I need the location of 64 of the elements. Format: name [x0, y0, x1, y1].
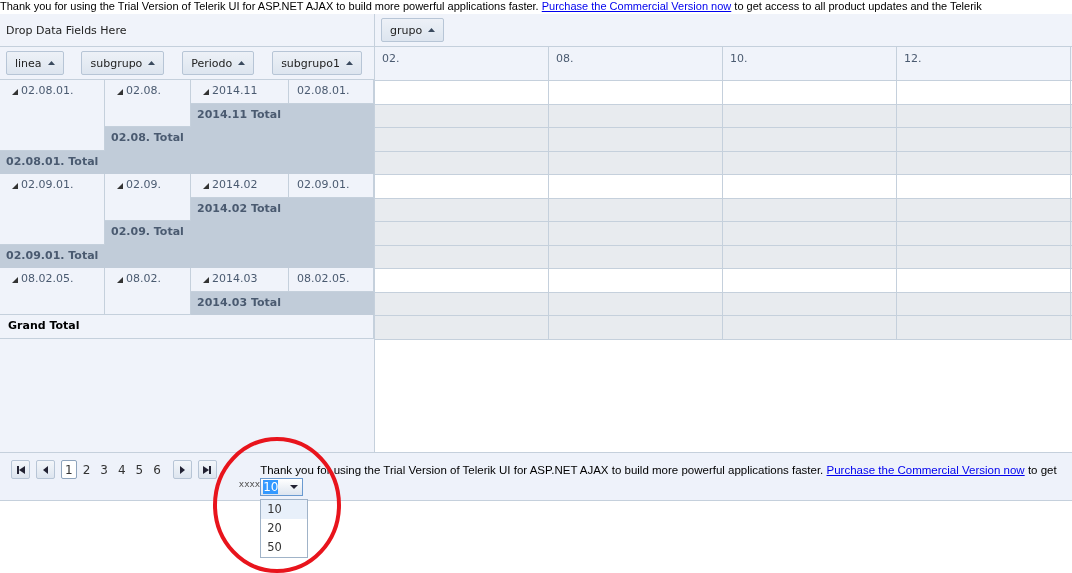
sort-up-icon [428, 28, 436, 32]
expand-triangle-icon[interactable] [203, 89, 209, 95]
row-header-label: 02.08.01. [21, 84, 74, 97]
expand-triangle-icon[interactable] [203, 183, 209, 189]
total-cell: 2014.03 Total [191, 291, 374, 315]
row-header-label: 08.02.05. [21, 272, 74, 285]
expand-triangle-icon[interactable] [12, 183, 18, 189]
row-field-button[interactable]: subgrupo1 [272, 51, 362, 75]
column-field-button[interactable]: grupo [381, 18, 445, 42]
row-header-label: 02.09. [126, 178, 161, 191]
total-cell: 02.09.01. Total [0, 244, 374, 268]
drop-zone-label: Drop Data Fields Here [6, 23, 127, 37]
first-page-icon [16, 465, 25, 474]
page-number-button[interactable]: 6 [149, 460, 165, 479]
total-cell: 2014.02 Total [191, 197, 374, 221]
purchase-link[interactable]: Purchase the Commercial Version now [541, 0, 732, 12]
row-header-label: 02.08. [126, 84, 161, 97]
page-size-label: xxxx [238, 479, 261, 491]
first-page-button[interactable] [11, 460, 30, 479]
row-field-button[interactable]: Periodo [182, 51, 255, 75]
total-cell: 2014.11 Total [191, 103, 374, 127]
purchase-link[interactable]: Purchase the Commercial Version now [826, 464, 1025, 476]
total-cell: 02.08.01. Total [0, 150, 374, 174]
page-number-button[interactable]: 1 [61, 460, 77, 479]
next-page-button[interactable] [172, 460, 192, 479]
column-header-cell: 12. [897, 47, 1071, 80]
trial-message: Thank you for using the Trial Version of Telerik UI for ASP.NET AJAX to build more powerful applications faster. Purchase the Commercial Version now to get access to all product updates and the Telerik [0, 0, 983, 14]
previous-page-icon [43, 465, 48, 474]
page-number-button[interactable]: 3 [96, 460, 112, 479]
grand-total-cell: Grand Total [0, 315, 374, 339]
dropdown-option[interactable]: 10 [261, 500, 308, 519]
expand-triangle-icon[interactable] [203, 277, 209, 283]
column-header-cell: 02. [375, 47, 549, 80]
row-header-label: 02.09.01. [21, 178, 74, 191]
next-page-icon [179, 465, 185, 474]
page-number-button[interactable]: 5 [131, 460, 148, 479]
last-page-button[interactable] [197, 460, 217, 479]
expand-triangle-icon[interactable] [117, 277, 123, 283]
previous-page-button[interactable] [36, 460, 55, 479]
row-header-label: 2014.02 [212, 178, 258, 191]
row-header-label: 08.02. [126, 272, 161, 285]
sort-up-icon [238, 61, 246, 65]
last-page-icon [203, 465, 212, 474]
row-header-label: 2014.03 [212, 272, 258, 285]
page-number-button[interactable]: 4 [113, 460, 130, 479]
row-header-label: 02.08.01. [297, 84, 350, 97]
sort-up-icon [346, 61, 353, 65]
row-header-label: 2014.11 [212, 84, 258, 97]
total-cell: 02.09. Total [105, 221, 374, 245]
caret-icon [290, 485, 299, 489]
row-field-button[interactable]: subgrupo [81, 51, 165, 75]
expand-triangle-icon[interactable] [12, 89, 18, 95]
expand-triangle-icon[interactable] [117, 183, 123, 189]
total-cell: 02.08. Total [105, 127, 374, 151]
row-header-label: 02.09.01. [297, 178, 350, 191]
expand-triangle-icon[interactable] [12, 277, 18, 283]
column-header-cell: 08. [549, 47, 723, 80]
sort-up-icon [148, 61, 156, 65]
expand-triangle-icon[interactable] [117, 89, 123, 95]
row-field-button[interactable]: linea [6, 51, 64, 75]
column-header-cell: 10. [723, 47, 897, 80]
row-header-label: 08.02.05. [297, 272, 350, 285]
sort-up-icon [47, 61, 55, 65]
page-number-button[interactable]: 2 [78, 460, 95, 479]
